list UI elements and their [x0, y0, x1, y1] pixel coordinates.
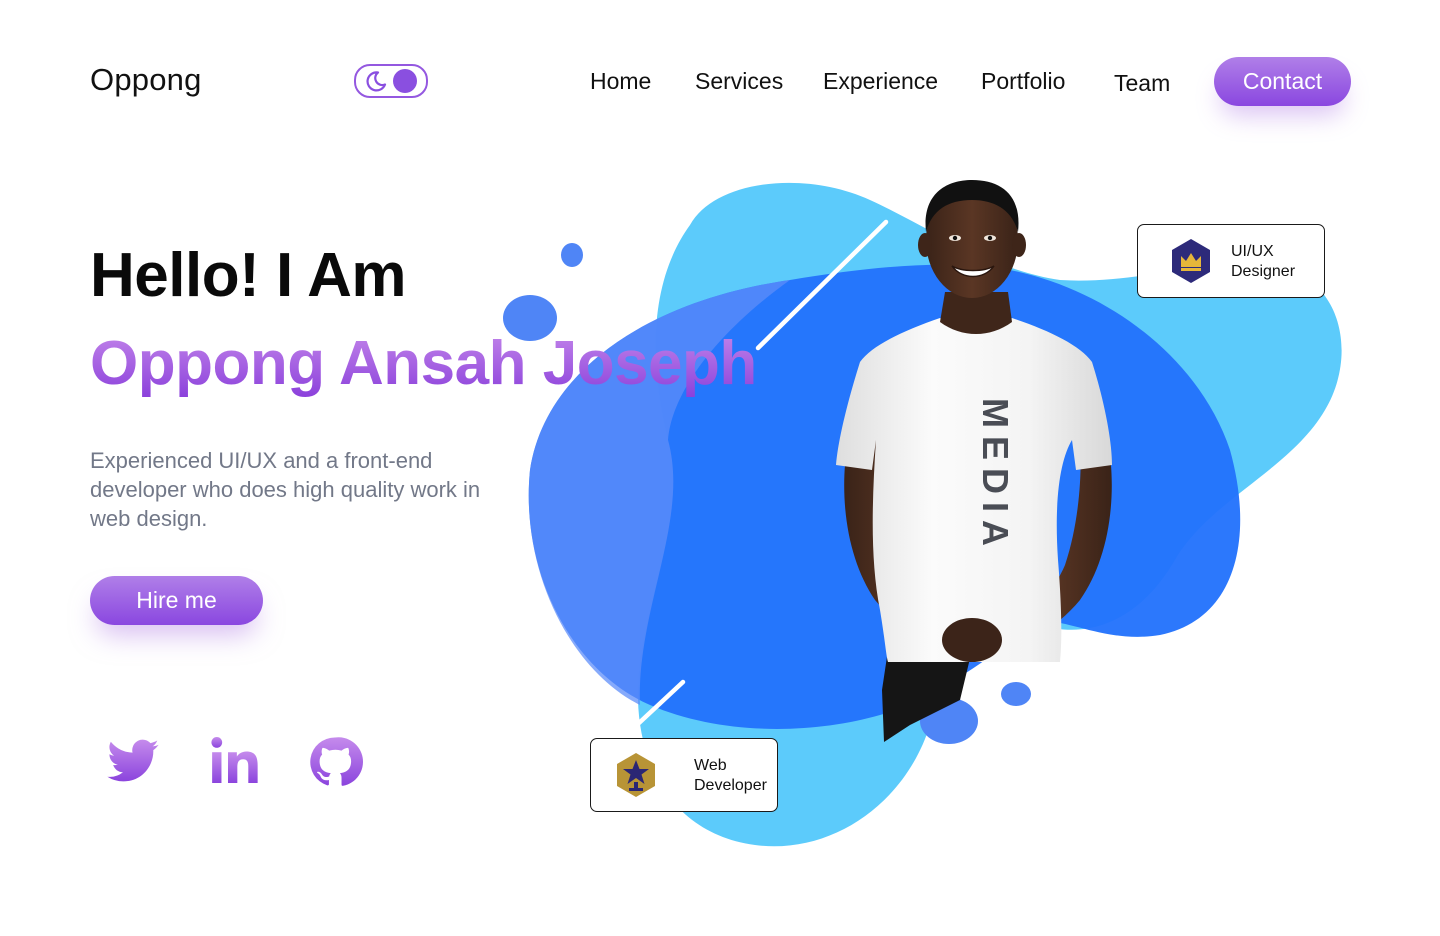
star-icon: [617, 753, 655, 797]
hero-bio: Experienced UI/UX and a front-end develo…: [90, 448, 481, 531]
github-link[interactable]: [305, 734, 365, 790]
badge-uiux-line1: UI/UX: [1231, 243, 1274, 260]
badge-web-line2: Developer: [694, 777, 767, 794]
linkedin-link[interactable]: [205, 734, 265, 790]
bubble: [561, 243, 583, 267]
twitter-icon: [107, 739, 159, 782]
badge-uiux-line2: Designer: [1231, 263, 1296, 280]
crown-icon: [1172, 239, 1210, 283]
badge-web-developer: Web Developer: [590, 738, 778, 812]
hero-greeting: Hello! I Am: [90, 241, 407, 310]
linkedin-icon: [211, 737, 258, 783]
github-icon: [310, 737, 363, 786]
badge-uiux-designer: UI/UX Designer: [1137, 224, 1325, 298]
svg-text:MEDIA: MEDIA: [975, 398, 1016, 554]
bubble: [1001, 682, 1031, 706]
badge-web-line1: Web: [694, 757, 727, 774]
twitter-link[interactable]: [103, 734, 163, 790]
hire-me-button[interactable]: Hire me: [90, 576, 263, 625]
hero-name: Oppong Ansah Joseph: [90, 329, 757, 398]
